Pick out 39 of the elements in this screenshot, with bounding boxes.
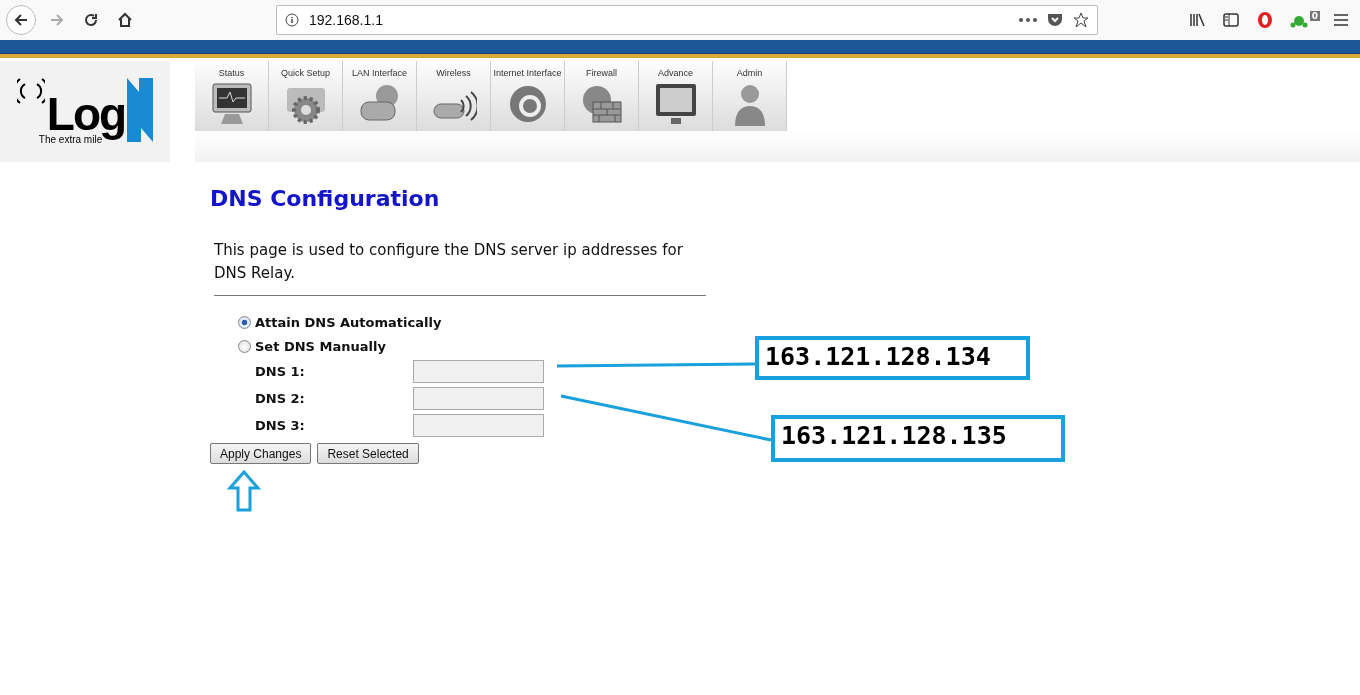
more-icon[interactable]: [1019, 18, 1037, 22]
signal-waves-icon: [16, 78, 45, 104]
back-button[interactable]: [6, 5, 36, 35]
page-description: This page is used to configure the DNS server ip addresses for DNS Relay.: [214, 240, 684, 284]
nav-tab[interactable]: Quick Setup: [269, 61, 343, 131]
home-icon: [117, 12, 133, 28]
page-title: DNS Configuration: [210, 186, 441, 211]
count-badge: 0: [1309, 11, 1320, 21]
menu-icon: [1334, 14, 1348, 26]
nav-tab[interactable]: Internet Interface: [491, 61, 565, 131]
radio-label: Set DNS Manually: [255, 338, 386, 354]
nav-tab[interactable]: Admin: [713, 61, 787, 131]
nav-tab[interactable]: Wireless: [417, 61, 491, 131]
radio-button[interactable]: [238, 315, 251, 329]
sidebar-icon: [1222, 13, 1239, 27]
radio-button[interactable]: [238, 339, 251, 353]
radio-label: Attain DNS Automatically: [255, 314, 442, 330]
nav-tab[interactable]: Firewall: [565, 61, 639, 131]
info-icon: [285, 13, 299, 27]
star-icon[interactable]: [1073, 12, 1089, 28]
field-label: DNS 3:: [255, 418, 306, 433]
reload-icon: [83, 12, 99, 28]
nav-tab[interactable]: LAN Interface: [343, 61, 417, 131]
field-label: DNS 2:: [255, 391, 306, 406]
annotation-box: 163.121.128.135: [771, 415, 1065, 462]
url-text: 192.168.1.1: [309, 12, 384, 28]
forward-arrow-icon: [49, 12, 65, 28]
field-label: DNS 1:: [255, 364, 306, 379]
logo-mark: [127, 78, 154, 142]
apply-button[interactable]: Apply Changes: [210, 443, 312, 464]
nav-tab[interactable]: Status: [195, 61, 269, 131]
annotation-box: 163.121.128.134: [755, 336, 1030, 380]
address-bar[interactable]: 192.168.1.1: [276, 5, 1098, 35]
nav-tab[interactable]: Advance: [639, 61, 713, 131]
up-arrow-icon: [226, 469, 262, 512]
reset-button[interactable]: Reset Selected: [317, 443, 419, 464]
back-arrow-icon: [13, 12, 29, 28]
library-icon: [1188, 13, 1205, 27]
pocket-icon[interactable]: [1047, 13, 1063, 27]
